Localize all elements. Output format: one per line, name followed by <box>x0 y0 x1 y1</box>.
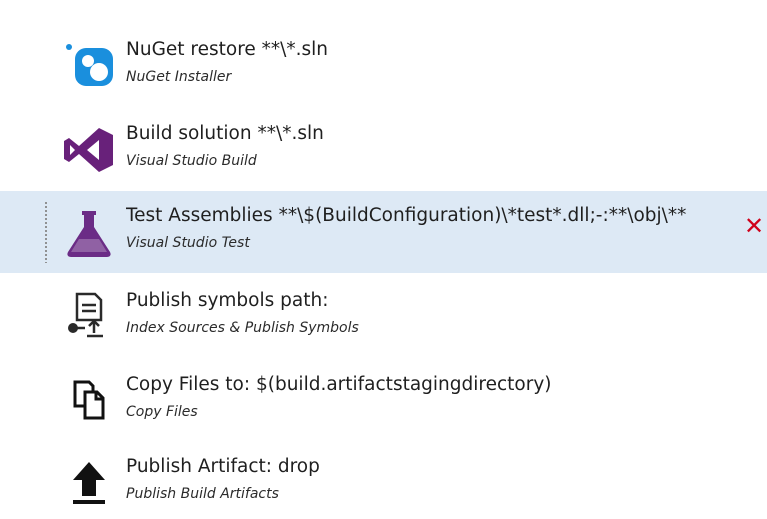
publish-symbols-icon <box>60 288 118 340</box>
flask-icon <box>60 207 118 259</box>
task-title: Publish symbols path: <box>126 290 329 311</box>
task-subtitle: NuGet Installer <box>126 69 232 85</box>
remove-task-button[interactable]: ✕ <box>741 213 767 239</box>
task-test-assemblies[interactable]: Test Assemblies **\$(BuildConfiguration)… <box>0 191 767 273</box>
task-title: Copy Files to: $(build.artifactstagingdi… <box>126 374 552 395</box>
task-build-solution[interactable]: Build solution **\*.sln Visual Studio Bu… <box>0 110 767 190</box>
task-publish-symbols[interactable]: Publish symbols path: Index Sources & Pu… <box>0 278 767 358</box>
copy-files-icon <box>60 374 118 426</box>
drag-handle[interactable] <box>44 201 49 263</box>
task-subtitle: Publish Build Artifacts <box>126 486 279 502</box>
task-title: Build solution **\*.sln <box>126 123 324 144</box>
task-subtitle: Copy Files <box>126 404 198 420</box>
task-title: Test Assemblies **\$(BuildConfiguration)… <box>126 205 687 226</box>
nuget-icon <box>60 38 118 90</box>
upload-arrow-icon <box>60 456 118 508</box>
task-title: Publish Artifact: drop <box>126 456 320 477</box>
task-copy-files[interactable]: Copy Files to: $(build.artifactstagingdi… <box>0 362 767 442</box>
task-publish-artifact[interactable]: Publish Artifact: drop Publish Build Art… <box>0 444 767 519</box>
task-subtitle: Index Sources & Publish Symbols <box>126 320 359 336</box>
task-subtitle: Visual Studio Build <box>126 153 257 169</box>
task-subtitle: Visual Studio Test <box>126 235 250 251</box>
task-nuget-restore[interactable]: NuGet restore **\*.sln NuGet Installer <box>0 26 767 106</box>
visual-studio-icon <box>60 124 118 176</box>
task-title: NuGet restore **\*.sln <box>126 39 329 60</box>
